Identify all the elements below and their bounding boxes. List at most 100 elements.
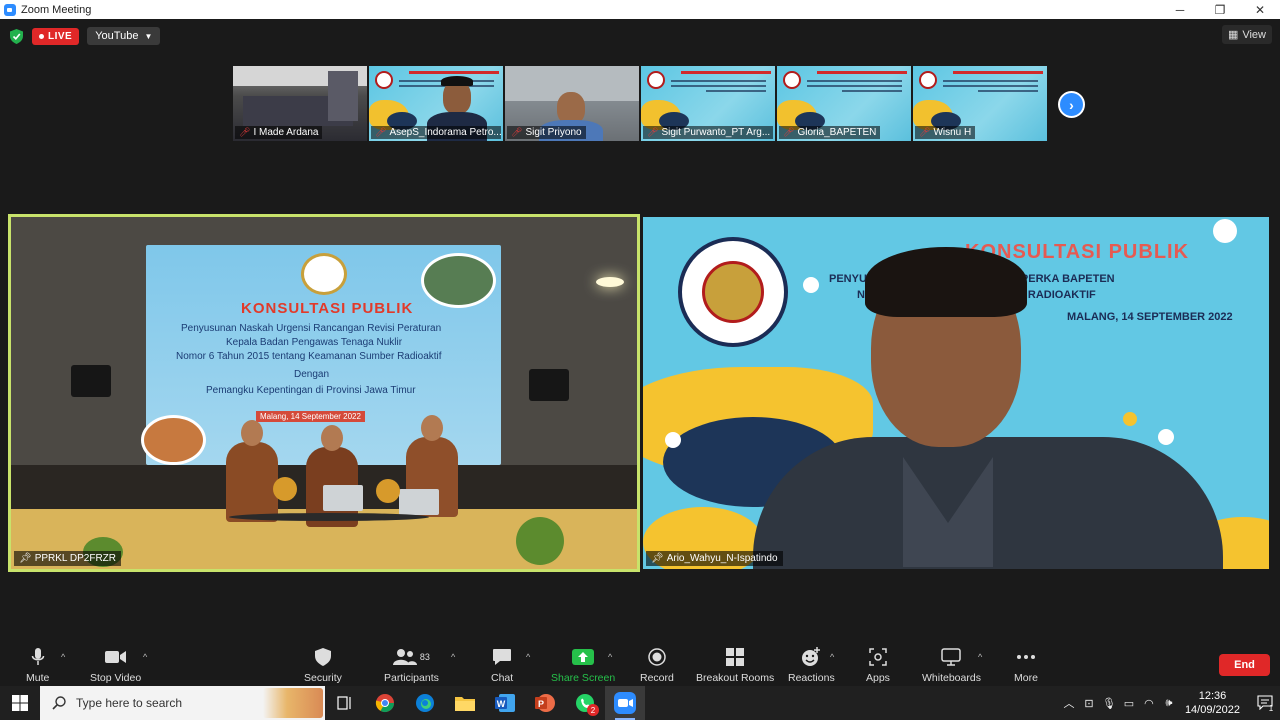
mic-muted-icon: 🎤︎: [375, 127, 387, 137]
video-camera-icon: [104, 646, 127, 668]
participant-name-tag: 🎤︎ Gloria_BAPETEN: [779, 126, 881, 139]
participant-thumbnail[interactable]: 🎤︎ Sigit Priyono: [505, 66, 639, 141]
participant-thumbnail[interactable]: 🎤︎ Gloria_BAPETEN: [777, 66, 911, 141]
participant-name: I Made Ardana: [253, 127, 319, 138]
stop-video-label: Stop Video: [90, 672, 142, 684]
mute-options-caret[interactable]: ^: [61, 652, 65, 662]
participants-options-caret[interactable]: ^: [451, 652, 455, 662]
share-screen-button[interactable]: Share Screen: [551, 646, 615, 684]
reactions-options-caret[interactable]: ^: [830, 652, 834, 662]
svg-text:P: P: [538, 699, 544, 709]
participants-button[interactable]: 83 Participants: [384, 646, 439, 684]
flower-arrangement: [273, 477, 297, 501]
start-button[interactable]: [0, 686, 40, 720]
video-tile-active-speaker[interactable]: KONSULTASI PUBLIK Penyusunan Naskah Urge…: [8, 214, 640, 572]
clock-date: 14/09/2022: [1184, 704, 1240, 716]
whiteboards-button[interactable]: Whiteboards: [922, 646, 981, 684]
task-view-button[interactable]: [325, 686, 365, 720]
banner-line: Kepala Badan Pengawas Tenaga Nuklir: [226, 337, 403, 348]
view-button[interactable]: ▦ View: [1221, 25, 1272, 44]
video-options-caret[interactable]: ^: [143, 652, 147, 662]
pin-icon: 📌︎: [19, 553, 32, 564]
battery-icon[interactable]: ▭: [1119, 697, 1139, 710]
reactions-button[interactable]: Reactions: [788, 646, 835, 684]
notification-center-button[interactable]: 1: [1250, 694, 1280, 713]
volume-icon[interactable]: 🕪︎: [1159, 697, 1179, 710]
taskbar-file-explorer[interactable]: [445, 686, 485, 720]
taskbar-edge[interactable]: [405, 686, 445, 720]
whiteboard-icon: [941, 646, 962, 668]
mic-muted-icon: 🎤︎: [511, 127, 523, 137]
wifi-icon[interactable]: ◠: [1139, 697, 1159, 710]
taskbar-word[interactable]: W: [485, 686, 525, 720]
mute-button[interactable]: Mute: [26, 646, 49, 684]
record-button[interactable]: Record: [640, 646, 674, 684]
next-page-button[interactable]: ›: [1058, 91, 1085, 118]
stop-video-button[interactable]: Stop Video: [90, 646, 141, 684]
word-icon: W: [495, 694, 515, 712]
taskbar-search[interactable]: Type here to search: [40, 686, 325, 720]
svg-text:W: W: [497, 699, 506, 709]
participant-thumbnail[interactable]: 🎤︎ AsepS_Indorama Petro...: [369, 66, 503, 141]
stream-target-label: YouTube: [95, 30, 139, 42]
maximize-button[interactable]: ❐: [1200, 0, 1240, 19]
window-title: Zoom Meeting: [21, 3, 92, 16]
participant-name: Wisnu H: [933, 127, 972, 138]
participant-thumbnail[interactable]: 🎤︎ Wisnu H: [913, 66, 1047, 141]
chrome-icon: [375, 694, 394, 713]
participant-name: PPRKL DP2FRZR: [34, 553, 117, 564]
security-button[interactable]: Security: [304, 646, 342, 684]
breakout-rooms-button[interactable]: Breakout Rooms: [696, 646, 774, 684]
mic-muted-icon: 🎤︎: [239, 127, 251, 137]
chat-button[interactable]: Chat: [491, 646, 513, 684]
chevron-down-icon: ▼: [144, 31, 153, 41]
banner-line: Nomor 6 Tahun 2015 tentang Keamanan Sumb…: [176, 351, 442, 362]
grid-view-icon: ▦: [1227, 29, 1239, 41]
live-dot-icon: [39, 33, 44, 39]
taskbar-chrome[interactable]: [365, 686, 405, 720]
participant-name: AsepS_Indorama Petro...: [389, 127, 501, 138]
participant-name-tag: 📌︎ PPRKL DP2FRZR: [14, 551, 122, 566]
search-icon: [52, 696, 66, 710]
more-button[interactable]: More: [1014, 646, 1038, 684]
participant-name: Sigit Priyono: [525, 127, 582, 138]
laptop: [399, 489, 439, 515]
participant-name: Ario_Wahyu_N-Ispatindo: [666, 553, 778, 564]
participant-thumbnail[interactable]: 🎤︎ I Made Ardana: [233, 66, 367, 141]
minimize-button[interactable]: ─: [1160, 0, 1200, 19]
chat-bubble-icon: [492, 646, 512, 668]
stream-target-dropdown[interactable]: YouTube ▼: [87, 27, 161, 45]
video-tile[interactable]: KONSULTASI PUBLIK PENYUSUN SI RANCANGAN …: [643, 217, 1269, 569]
zoom-app-icon: [4, 3, 16, 16]
poster-dot: [1213, 219, 1237, 243]
loudspeaker: [71, 365, 111, 397]
taskbar-clock[interactable]: 12:36 14/09/2022: [1185, 689, 1240, 717]
live-badge[interactable]: LIVE: [32, 27, 80, 45]
taskbar-powerpoint[interactable]: P: [525, 686, 565, 720]
apps-button[interactable]: Apps: [866, 646, 890, 684]
close-button[interactable]: ✕: [1240, 0, 1280, 19]
microphone-in-use-icon[interactable]: 🎙︎: [1099, 697, 1119, 710]
apps-label: Apps: [866, 672, 890, 684]
participant-strip: 🎤︎ I Made Ardana 🎤︎ AsepS_Indorama Petro..…: [233, 66, 1047, 141]
banner-photo: [421, 253, 496, 308]
whiteboards-options-caret[interactable]: ^: [978, 652, 982, 662]
poster-dot: [1123, 412, 1137, 426]
mic-muted-icon: 🎤︎: [919, 127, 931, 137]
share-options-caret[interactable]: ^: [608, 652, 612, 662]
participant-thumbnail[interactable]: 🎤︎ Sigit Purwanto_PT Arg...: [641, 66, 775, 141]
camera-in-use-icon[interactable]: ⊡: [1079, 697, 1099, 710]
shield-icon: [314, 646, 331, 668]
banner-line: Dengan: [294, 369, 330, 380]
taskbar-zoom[interactable]: [605, 686, 645, 720]
chat-options-caret[interactable]: ^: [526, 652, 530, 662]
taskbar-whatsapp[interactable]: 2: [565, 686, 605, 720]
live-label: LIVE: [48, 30, 73, 42]
security-shield-icon[interactable]: [8, 27, 24, 45]
show-hidden-icons-chevron-icon[interactable]: ︿: [1059, 695, 1079, 711]
banner-date: Malang, 14 September 2022: [256, 411, 365, 422]
more-label: More: [1014, 672, 1038, 684]
speaker-hair: [865, 247, 1027, 317]
lamp: [596, 277, 624, 287]
end-meeting-button[interactable]: End: [1219, 654, 1270, 676]
